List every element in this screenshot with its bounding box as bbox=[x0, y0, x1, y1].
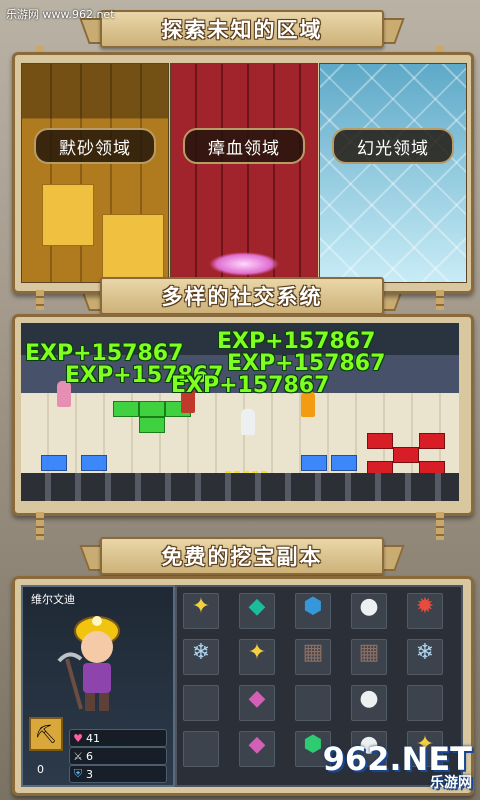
treasure-title: 免费的挖宝副本 bbox=[161, 545, 323, 569]
stat-value: 3 bbox=[86, 767, 93, 781]
crystal-icon: ❄ bbox=[191, 640, 211, 665]
shield-icon: ⛨ bbox=[73, 767, 83, 780]
stat-value: 41 bbox=[86, 731, 100, 745]
rail-track bbox=[21, 473, 459, 501]
winged-emblem-icon: ✦ bbox=[191, 594, 211, 619]
coin-icon: ● bbox=[359, 686, 379, 711]
explore-panel: 默砂领域 瘴血领域 幻光领域 bbox=[12, 52, 474, 294]
rope bbox=[436, 290, 444, 310]
rope bbox=[436, 512, 444, 540]
grid-cell[interactable]: ◆ bbox=[239, 593, 275, 629]
grid-cell[interactable]: ● bbox=[351, 593, 387, 629]
social-game-scene: EXP+157867 EXP+157867 EXP+157867 EXP+157… bbox=[21, 323, 459, 501]
chest-icon: ▦ bbox=[302, 640, 324, 665]
zone-label-light: 幻光领域 bbox=[332, 128, 454, 164]
site-watermark: 乐游网 www.962.net bbox=[6, 8, 115, 21]
social-banner: 多样的社交系统 bbox=[100, 277, 384, 315]
grid-cell[interactable] bbox=[183, 685, 219, 721]
grid-cell[interactable] bbox=[407, 685, 443, 721]
zone-card-light[interactable]: 幻光领域 bbox=[319, 63, 467, 283]
grid-cell[interactable]: ◆ bbox=[239, 731, 275, 767]
gem-icon: ⬢ bbox=[303, 594, 323, 619]
treasure-banner: 免费的挖宝副本 bbox=[100, 537, 384, 575]
rope bbox=[36, 512, 44, 540]
grid-cell[interactable]: ▦ bbox=[351, 639, 387, 675]
hero-panel: 维尔文迪 ⛏ 0 ♥ 41 ⚔ 6 ⛨ 3 bbox=[21, 585, 175, 787]
zone-card-sand[interactable]: 默砂领域 bbox=[21, 63, 169, 283]
gem-icon: ◆ bbox=[248, 686, 266, 711]
grid-cell[interactable]: ❄ bbox=[183, 639, 219, 675]
explore-title: 探索未知的区域 bbox=[161, 18, 323, 42]
grid-cell[interactable]: ⬢ bbox=[295, 593, 331, 629]
explore-banner: 探索未知的区域 bbox=[100, 10, 384, 48]
site-logo: 962.NET 乐游网 bbox=[323, 740, 472, 792]
stat-value: 6 bbox=[86, 749, 93, 763]
rope bbox=[36, 290, 44, 310]
grid-cell[interactable]: ✦ bbox=[239, 639, 275, 675]
coin-icon: ● bbox=[359, 594, 379, 619]
grid-cell[interactable]: ❄ bbox=[407, 639, 443, 675]
pickaxe-count: 0 bbox=[37, 763, 44, 776]
winged-emblem-icon: ✦ bbox=[247, 640, 267, 665]
grid-cell[interactable]: ◆ bbox=[239, 685, 275, 721]
zone-card-blood[interactable]: 瘴血领域 bbox=[170, 63, 318, 283]
gem-icon: ◆ bbox=[248, 594, 266, 619]
heart-icon: ♥ bbox=[73, 731, 83, 745]
zone-label-sand: 默砂领域 bbox=[34, 128, 156, 164]
grid-cell[interactable]: ▦ bbox=[295, 639, 331, 675]
portal-glow bbox=[209, 252, 279, 276]
sword-icon: ⚔ bbox=[73, 749, 83, 763]
hero-name: 维尔文迪 bbox=[31, 593, 75, 606]
player-character[interactable] bbox=[241, 409, 255, 435]
gem-icon: ◆ bbox=[248, 732, 266, 757]
miner-hero-icon bbox=[57, 616, 120, 711]
monster-icon: ✹ bbox=[415, 594, 435, 619]
social-panel: EXP+157867 EXP+157867 EXP+157867 EXP+157… bbox=[12, 314, 474, 516]
grid-cell[interactable]: ✹ bbox=[407, 593, 443, 629]
grid-cell[interactable]: ✦ bbox=[183, 593, 219, 629]
stat-row-attack: ⚔ 6 bbox=[69, 747, 167, 765]
grid-cell[interactable] bbox=[183, 731, 219, 767]
chest-icon: ▦ bbox=[358, 640, 380, 665]
pickaxe-slot[interactable]: ⛏ bbox=[29, 717, 63, 751]
social-title: 多样的社交系统 bbox=[161, 285, 323, 309]
zone-label-blood: 瘴血领域 bbox=[183, 128, 305, 164]
exp-popup: EXP+157867 bbox=[171, 373, 330, 398]
stat-row-defense: ⛨ 3 bbox=[69, 765, 167, 783]
stat-row-hp: ♥ 41 bbox=[69, 729, 167, 747]
pickaxe-icon: ⛏ bbox=[34, 723, 58, 745]
grid-cell[interactable]: ● bbox=[351, 685, 387, 721]
crystal-icon: ❄ bbox=[415, 640, 435, 665]
grid-cell[interactable] bbox=[295, 685, 331, 721]
